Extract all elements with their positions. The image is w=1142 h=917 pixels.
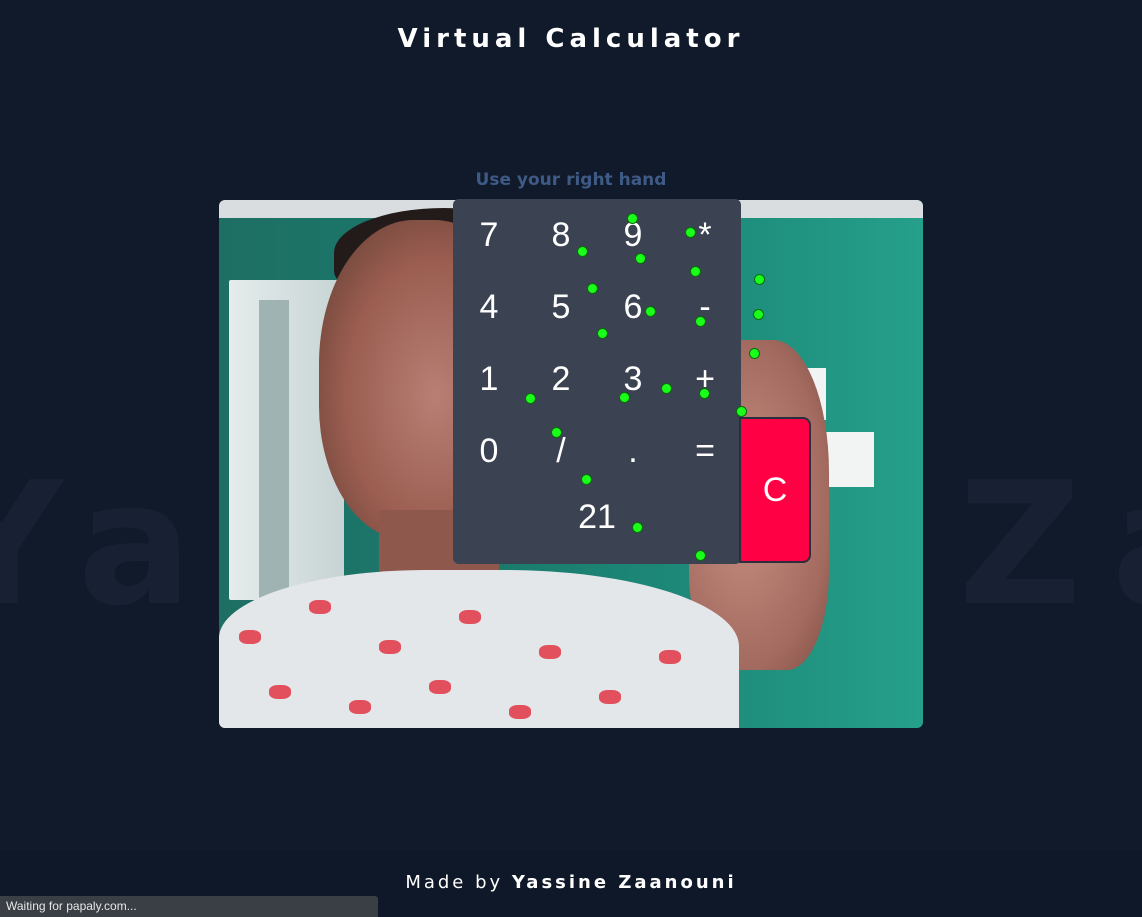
key-9[interactable]: 9: [597, 199, 669, 271]
key-decimal[interactable]: .: [597, 415, 669, 487]
shirt-pattern: [509, 705, 531, 719]
hand-landmark-dot: [685, 227, 696, 238]
shirt-pattern: [379, 640, 401, 654]
instruction-text: Use your right hand: [475, 170, 667, 190]
shirt-pattern: [429, 680, 451, 694]
key-1[interactable]: 1: [453, 343, 525, 415]
hand-landmark-dot: [699, 388, 710, 399]
shirt-pattern: [309, 600, 331, 614]
browser-status-bar: Waiting for papaly.com...: [0, 896, 378, 917]
key-3[interactable]: 3: [597, 343, 669, 415]
hand-landmark-dot: [587, 283, 598, 294]
hand-landmark-dot: [635, 253, 646, 264]
hand-landmark-dot: [581, 474, 592, 485]
hand-landmark-dot: [661, 383, 672, 394]
hand-landmark-dot: [627, 213, 638, 224]
shirt-pattern: [659, 650, 681, 664]
hand-landmark-dot: [690, 266, 701, 277]
hand-landmark-dot: [597, 328, 608, 339]
hand-landmark-dot: [525, 393, 536, 404]
key-subtract[interactable]: -: [669, 271, 741, 343]
footer-author: Yassine Zaanouni: [511, 872, 737, 893]
key-0[interactable]: 0: [453, 415, 525, 487]
key-5[interactable]: 5: [525, 271, 597, 343]
page: Yassine Zaanouni Virtual Calculator Use …: [0, 0, 1142, 917]
footer-made-by: Made by: [405, 872, 504, 893]
calculator-panel: 7 8 9 * 4 5 6 - 1 2 3 + 0 / . = 21: [453, 199, 741, 564]
key-2[interactable]: 2: [525, 343, 597, 415]
feed-shirt: [219, 570, 739, 728]
footer-credit: Made by Yassine Zaanouni: [0, 872, 1142, 893]
hand-landmark-dot: [551, 427, 562, 438]
hand-landmark-dot: [754, 274, 765, 285]
hand-landmark-dot: [619, 392, 630, 403]
key-4[interactable]: 4: [453, 271, 525, 343]
feed-door-frame: [259, 300, 289, 600]
key-equals[interactable]: =: [669, 415, 741, 487]
shirt-pattern: [539, 645, 561, 659]
shirt-pattern: [599, 690, 621, 704]
key-add[interactable]: +: [669, 343, 741, 415]
calculator-display: 21: [578, 498, 616, 536]
key-8[interactable]: 8: [525, 199, 597, 271]
shirt-pattern: [269, 685, 291, 699]
shirt-pattern: [459, 610, 481, 624]
shirt-pattern: [349, 700, 371, 714]
page-title: Virtual Calculator: [397, 24, 745, 54]
hand-landmark-dot: [645, 306, 656, 317]
hand-landmark-dot: [577, 246, 588, 257]
hand-landmark-dot: [695, 550, 706, 561]
hand-landmark-dot: [749, 348, 760, 359]
hand-landmark-dot: [632, 522, 643, 533]
clear-button[interactable]: C: [739, 417, 811, 563]
hand-landmark-dot: [695, 316, 706, 327]
hand-landmark-dot: [736, 406, 747, 417]
hand-landmark-dot: [753, 309, 764, 320]
key-multiply[interactable]: *: [669, 199, 741, 271]
key-7[interactable]: 7: [453, 199, 525, 271]
shirt-pattern: [239, 630, 261, 644]
